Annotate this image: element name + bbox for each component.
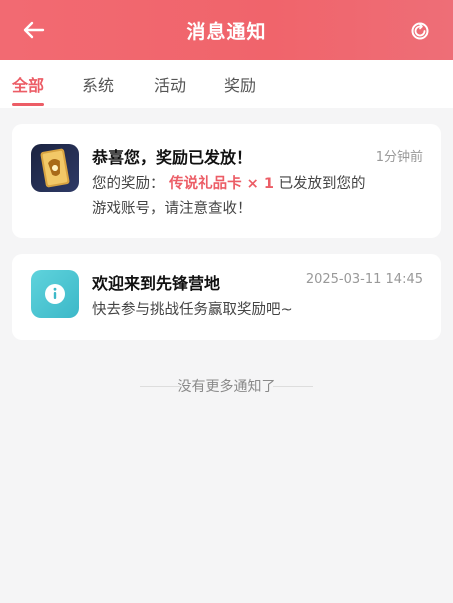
body-prefix: 您的奖励： (92, 176, 165, 192)
body-line2: 游戏账号，请注意查收！ (92, 201, 252, 217)
notification-title: 欢迎来到先锋营地 (92, 274, 221, 293)
reward-highlight: 传说礼品卡 × 1 (169, 176, 274, 192)
active-tab-indicator (12, 103, 44, 106)
page-title: 消息通知 (186, 20, 267, 43)
back-button[interactable] (20, 18, 48, 42)
back-arrow-icon (23, 21, 45, 39)
tab-all[interactable]: 全部 (12, 72, 44, 96)
notification-card[interactable]: 恭喜您，奖励已发放！ 1分钟前 您的奖励： 传说礼品卡 × 1 已发放到您的 游… (12, 124, 441, 238)
notification-body: 您的奖励： 传说礼品卡 × 1 已发放到您的 游戏账号，请注意查收！ (92, 172, 427, 222)
tab-system[interactable]: 系统 (82, 72, 114, 96)
refresh-button[interactable] (409, 20, 431, 42)
refresh-icon (411, 22, 429, 40)
header-bar: 消息通知 (0, 0, 453, 60)
notification-title: 恭喜您，奖励已发放！ (92, 148, 253, 167)
tab-activity[interactable]: 活动 (154, 72, 186, 96)
notification-time: 2025-03-11 14:45 (305, 272, 423, 287)
tab-bar: 全部 系统 活动 奖励 (0, 60, 453, 108)
info-icon (31, 270, 79, 318)
body-suffix: 已发放到您的 (278, 176, 366, 192)
tab-rewards[interactable]: 奖励 (224, 72, 256, 96)
notification-time: 1分钟前 (375, 150, 423, 165)
divider-right (273, 386, 313, 387)
game-card-icon (31, 144, 79, 192)
no-more-notice: 没有更多通知了 (177, 379, 276, 395)
notification-body: 快去参与挑战任务赢取奖励吧~ (92, 302, 293, 318)
notification-card[interactable]: 欢迎来到先锋营地 2025-03-11 14:45 快去参与挑战任务赢取奖励吧~ (12, 254, 441, 340)
